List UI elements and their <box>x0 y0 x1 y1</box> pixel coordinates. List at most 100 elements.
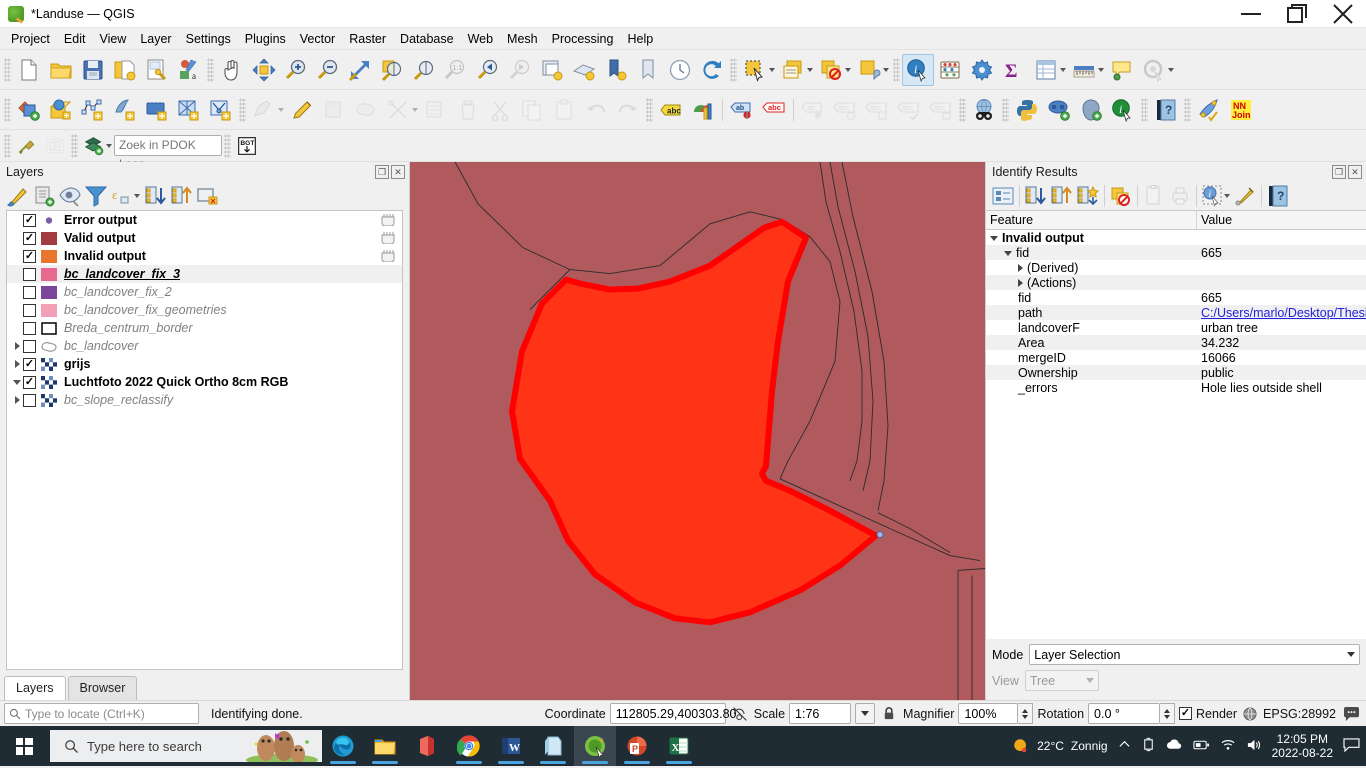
messages-icon[interactable] <box>1340 706 1362 721</box>
identify-result-row[interactable]: (Derived) <box>986 260 1366 275</box>
layer-visibility-checkbox[interactable] <box>23 285 36 299</box>
current-edits-icon[interactable] <box>248 94 280 126</box>
zoom-to-selection-icon[interactable] <box>376 54 408 86</box>
undock-icon[interactable]: ❐ <box>1332 165 1346 179</box>
microsoft-edge-icon[interactable] <box>322 726 364 766</box>
google-chrome-icon[interactable] <box>448 726 490 766</box>
change-label-properties-icon[interactable]: abc <box>925 94 957 126</box>
layer-memory-indicator-icon[interactable] <box>380 230 396 245</box>
add-raster-layer-icon[interactable] <box>173 94 205 126</box>
open-project-icon[interactable] <box>45 54 77 86</box>
copy-features-icon[interactable] <box>516 94 548 126</box>
filter-legend-icon[interactable] <box>84 184 108 208</box>
menu-item-web[interactable]: Web <box>461 29 500 49</box>
chevron-down-icon[interactable] <box>1004 250 1012 256</box>
layer-row[interactable]: ✓ Error output <box>7 211 402 229</box>
column-header-feature[interactable]: Feature <box>986 211 1197 229</box>
paste-features-icon[interactable] <box>548 94 580 126</box>
identify-mode-dropdown-icon[interactable] <box>1224 194 1230 198</box>
print-icon[interactable] <box>1167 184 1193 208</box>
toolbar-grip[interactable] <box>646 97 653 122</box>
collapse-all-icon[interactable] <box>1049 184 1075 208</box>
pan-map-icon[interactable] <box>216 54 248 86</box>
identify-result-row[interactable]: Invalid output <box>986 230 1366 245</box>
chevron-right-icon[interactable] <box>11 360 23 368</box>
chevron-up-icon[interactable] <box>1118 738 1131 754</box>
identify-results-table[interactable]: Feature Value Invalid output fid 665 (Deriv… <box>986 210 1366 639</box>
add-vector-layer-icon[interactable] <box>13 94 45 126</box>
onedrive-icon[interactable] <box>1141 737 1156 755</box>
microsoft-office-icon[interactable] <box>406 726 448 766</box>
open-attribute-table-icon[interactable] <box>777 54 809 86</box>
taskbar-search-input[interactable]: Type here to search <box>50 730 322 762</box>
menu-item-edit[interactable]: Edit <box>57 29 93 49</box>
toolbar-grip[interactable] <box>4 97 11 122</box>
weather-widget[interactable]: 22°C Zonnig <box>1012 737 1108 755</box>
close-icon[interactable]: ✕ <box>1348 165 1362 179</box>
add-polygon-feature-icon[interactable] <box>350 94 382 126</box>
microsoft-word-icon[interactable]: W <box>490 726 532 766</box>
powerpoint-icon[interactable]: P <box>616 726 658 766</box>
show-hide-labels-icon[interactable]: abc <box>758 94 790 126</box>
undock-icon[interactable]: ❐ <box>375 165 389 179</box>
chevron-down-icon[interactable] <box>11 379 23 385</box>
vertex-tool-dropdown-icon[interactable] <box>412 107 418 112</box>
identify-result-row[interactable]: Area 34.232 <box>986 335 1366 350</box>
identify-result-row[interactable]: landcoverF urban tree <box>986 320 1366 335</box>
zoom-native-icon[interactable]: 1:1 <box>440 54 472 86</box>
diagram-icon[interactable] <box>687 94 719 126</box>
new-3d-map-view-icon[interactable] <box>568 54 600 86</box>
column-header-value[interactable]: Value <box>1197 211 1366 229</box>
layer-name[interactable]: bc_landcover_fix_3 <box>64 267 180 281</box>
layer-memory-indicator-icon[interactable] <box>380 212 396 227</box>
windows-start-icon[interactable] <box>0 726 48 766</box>
layer-name[interactable]: Invalid output <box>64 249 146 263</box>
bgt-download-icon[interactable]: BGT <box>233 133 261 159</box>
chevron-right-icon[interactable] <box>11 342 23 350</box>
crs-label[interactable]: EPSG:28992 <box>1263 707 1336 721</box>
open-layer-styling-icon[interactable] <box>6 184 30 208</box>
excel-icon[interactable]: X <box>658 726 700 766</box>
postgis-icon[interactable] <box>1075 94 1107 126</box>
add-group-icon[interactable] <box>32 184 56 208</box>
layer-row[interactable]: ✓ Luchtfoto 2022 Quick Ortho 8cm RGB <box>7 373 402 391</box>
cloud-icon[interactable] <box>1166 738 1183 754</box>
pdok-search-input[interactable]: Zoek in PDOK Loca... <box>114 135 222 171</box>
menu-item-mesh[interactable]: Mesh <box>500 29 545 49</box>
expand-tree-icon[interactable] <box>990 184 1016 208</box>
measure-line-icon[interactable] <box>1068 54 1100 86</box>
toolbar-grip[interactable] <box>1184 97 1191 122</box>
info-plugin-icon[interactable]: i <box>1107 94 1139 126</box>
chevron-right-icon[interactable] <box>11 396 23 404</box>
highlight-labels-icon[interactable]: ab <box>797 94 829 126</box>
identify-result-row[interactable]: _errors Hole lies outside shell <box>986 380 1366 395</box>
menu-item-raster[interactable]: Raster <box>342 29 393 49</box>
current-edits-dropdown-icon[interactable] <box>278 107 284 112</box>
rotate-label-icon[interactable]: abc <box>861 94 893 126</box>
layer-name[interactable]: grijs <box>64 357 90 371</box>
file-explorer-icon[interactable] <box>364 726 406 766</box>
action-center-icon[interactable] <box>1343 737 1360 755</box>
zoom-to-layer-icon[interactable] <box>408 54 440 86</box>
options-icon[interactable] <box>966 54 998 86</box>
select-features-icon[interactable] <box>739 54 771 86</box>
zoom-full-icon[interactable] <box>344 54 376 86</box>
maximize-button[interactable] <box>1274 0 1320 28</box>
zoom-last-icon[interactable] <box>472 54 504 86</box>
save-project-icon[interactable] <box>77 54 109 86</box>
menu-item-help[interactable]: Help <box>620 29 660 49</box>
layer-visibility-checkbox[interactable]: ✓ <box>23 231 36 245</box>
change-label-icon[interactable]: abc <box>893 94 925 126</box>
toolbar-grip[interactable] <box>893 57 900 82</box>
toolbar-grip[interactable] <box>959 97 966 122</box>
db-manager-icon[interactable] <box>1043 94 1075 126</box>
field-calculator-icon[interactable] <box>934 54 966 86</box>
clear-results-icon[interactable] <box>1108 184 1134 208</box>
toolbar-grip[interactable] <box>4 57 11 82</box>
python-console-icon[interactable] <box>1011 94 1043 126</box>
layer-visibility-checkbox[interactable]: ✓ <box>23 249 36 263</box>
copy-icon[interactable] <box>1141 184 1167 208</box>
select-by-value-icon[interactable] <box>853 54 885 86</box>
layer-visibility-checkbox[interactable] <box>23 393 36 407</box>
toolbar-grip[interactable] <box>224 133 231 158</box>
